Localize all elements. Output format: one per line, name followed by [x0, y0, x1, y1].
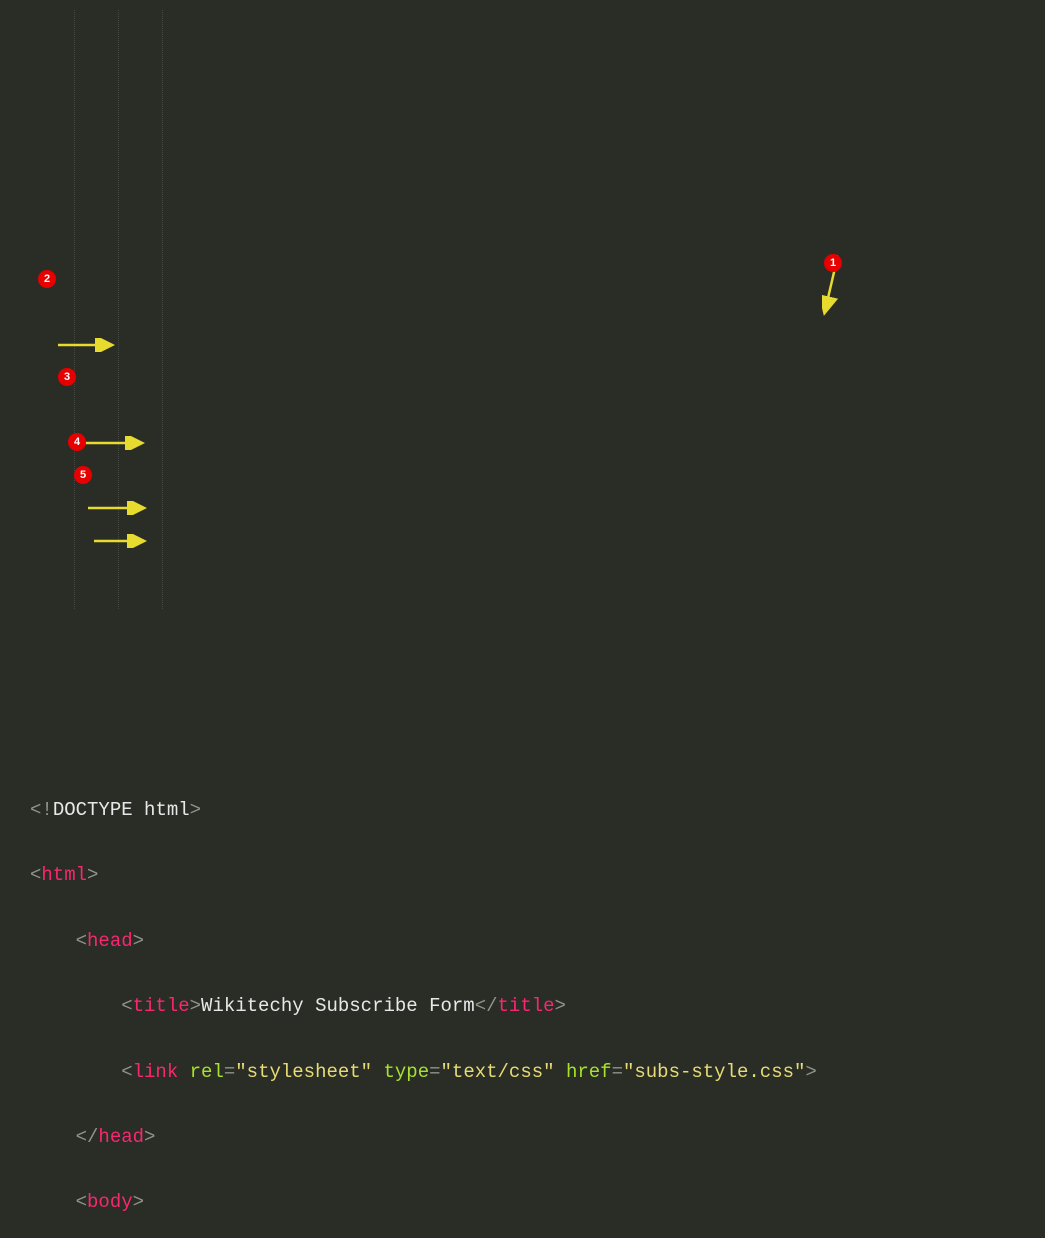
marker-2: 2: [38, 270, 56, 288]
marker-4: 4: [68, 433, 86, 451]
code-line[interactable]: <!DOCTYPE html>: [30, 794, 1035, 827]
punct: >: [144, 1126, 155, 1148]
code-line[interactable]: <link rel="stylesheet" type="text/css" h…: [30, 1056, 1035, 1089]
code-line[interactable]: <body>: [30, 1186, 1035, 1219]
punct: >: [133, 930, 144, 952]
code-line[interactable]: </head>: [30, 1121, 1035, 1154]
attr: href: [566, 1061, 612, 1083]
punct: >: [87, 864, 98, 886]
punct: <: [76, 1191, 87, 1213]
punct: >: [190, 799, 201, 821]
punct: =: [612, 1061, 623, 1083]
doctype-kw: html: [144, 799, 190, 821]
indent: [30, 1126, 76, 1148]
text: Wikitechy Subscribe Form: [201, 995, 475, 1017]
doctype-kw: DOCTYPE: [53, 799, 133, 821]
tag: link: [133, 1061, 179, 1083]
attr: type: [384, 1061, 430, 1083]
marker-3: 3: [58, 368, 76, 386]
tag: title: [133, 995, 190, 1017]
code-line[interactable]: <head>: [30, 925, 1035, 958]
space: [555, 1061, 566, 1083]
tag: head: [87, 930, 133, 952]
tag: body: [87, 1191, 133, 1213]
arrow-1: [822, 190, 868, 383]
tag: html: [41, 864, 87, 886]
punct: >: [805, 1061, 816, 1083]
string: "text/css": [441, 1061, 555, 1083]
indent: [30, 1191, 76, 1213]
tag: title: [498, 995, 555, 1017]
punct: <: [76, 930, 87, 952]
tag: head: [98, 1126, 144, 1148]
punct: <: [121, 1061, 132, 1083]
punct: >: [555, 995, 566, 1017]
attr: rel: [190, 1061, 224, 1083]
indent: [30, 995, 121, 1017]
punct: =: [224, 1061, 235, 1083]
indent-guide: [162, 10, 163, 609]
space: [178, 1061, 189, 1083]
space: [133, 799, 144, 821]
indent: [30, 1061, 121, 1083]
string: "subs-style.css": [623, 1061, 805, 1083]
marker-5: 5: [74, 466, 92, 484]
space: [372, 1061, 383, 1083]
punct: >: [190, 995, 201, 1017]
punct: >: [133, 1191, 144, 1213]
arrow-5: [94, 469, 150, 614]
punct: </: [76, 1126, 99, 1148]
punct: =: [429, 1061, 440, 1083]
punct: <!: [30, 799, 53, 821]
indent: [30, 930, 76, 952]
code-editor[interactable]: 1 2 3 4 5 <!DOCTYPE html> <html> <head> …: [0, 0, 1045, 619]
punct: </: [475, 995, 498, 1017]
code-line[interactable]: <title>Wikitechy Subscribe Form</title>: [30, 990, 1035, 1023]
marker-1: 1: [824, 254, 842, 272]
punct: <: [30, 864, 41, 886]
code-line[interactable]: <html>: [30, 859, 1035, 892]
string: "stylesheet": [235, 1061, 372, 1083]
punct: <: [121, 995, 132, 1017]
